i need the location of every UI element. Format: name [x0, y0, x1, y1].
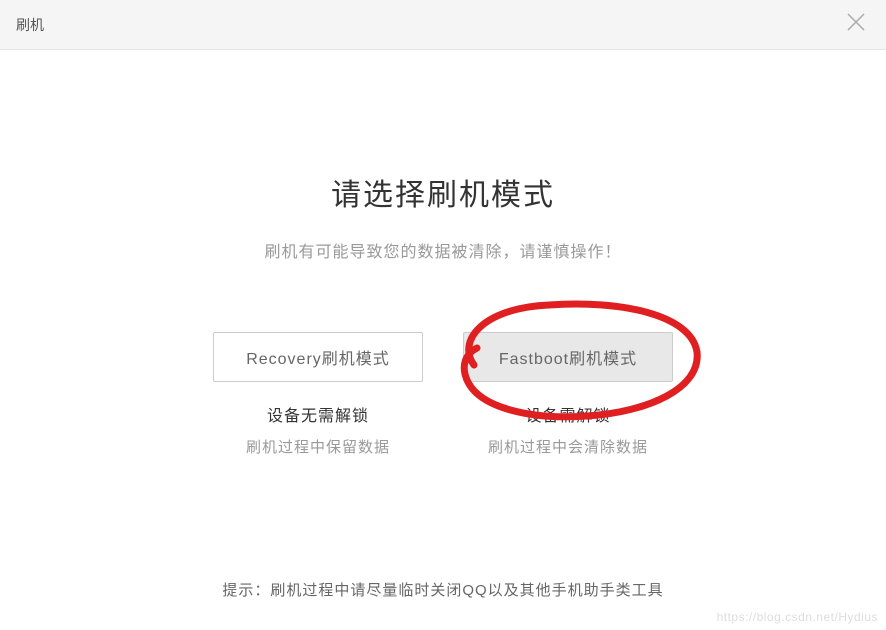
recovery-option-desc: 刷机过程中保留数据: [246, 436, 390, 457]
close-icon: [845, 11, 867, 33]
recovery-mode-button[interactable]: Recovery刷机模式: [213, 332, 423, 382]
bottom-tip: 提示：刷机过程中请尽量临时关闭QQ以及其他手机助手类工具: [0, 579, 886, 600]
close-button[interactable]: [842, 11, 870, 39]
main-content: 请选择刷机模式 刷机有可能导致您的数据被清除，请谨慎操作！ Recovery刷机…: [0, 50, 886, 457]
fastboot-option-desc: 刷机过程中会清除数据: [488, 436, 648, 457]
titlebar: 刷机: [0, 0, 886, 50]
page-heading: 请选择刷机模式: [0, 170, 886, 214]
options-row: Recovery刷机模式 设备无需解锁 刷机过程中保留数据 Fastboot刷机…: [0, 332, 886, 457]
fastboot-option-title: 设备需解锁: [525, 402, 610, 426]
window-title: 刷机: [16, 15, 44, 35]
recovery-option-title: 设备无需解锁: [267, 402, 369, 426]
recovery-option: Recovery刷机模式 设备无需解锁 刷机过程中保留数据: [213, 332, 423, 457]
fastboot-mode-button[interactable]: Fastboot刷机模式: [463, 332, 673, 382]
watermark: https://blog.csdn.net/Hydius: [717, 610, 878, 624]
fastboot-option: Fastboot刷机模式 设备需解锁 刷机过程中会清除数据: [463, 332, 673, 457]
page-subheading: 刷机有可能导致您的数据被清除，请谨慎操作！: [0, 238, 886, 262]
